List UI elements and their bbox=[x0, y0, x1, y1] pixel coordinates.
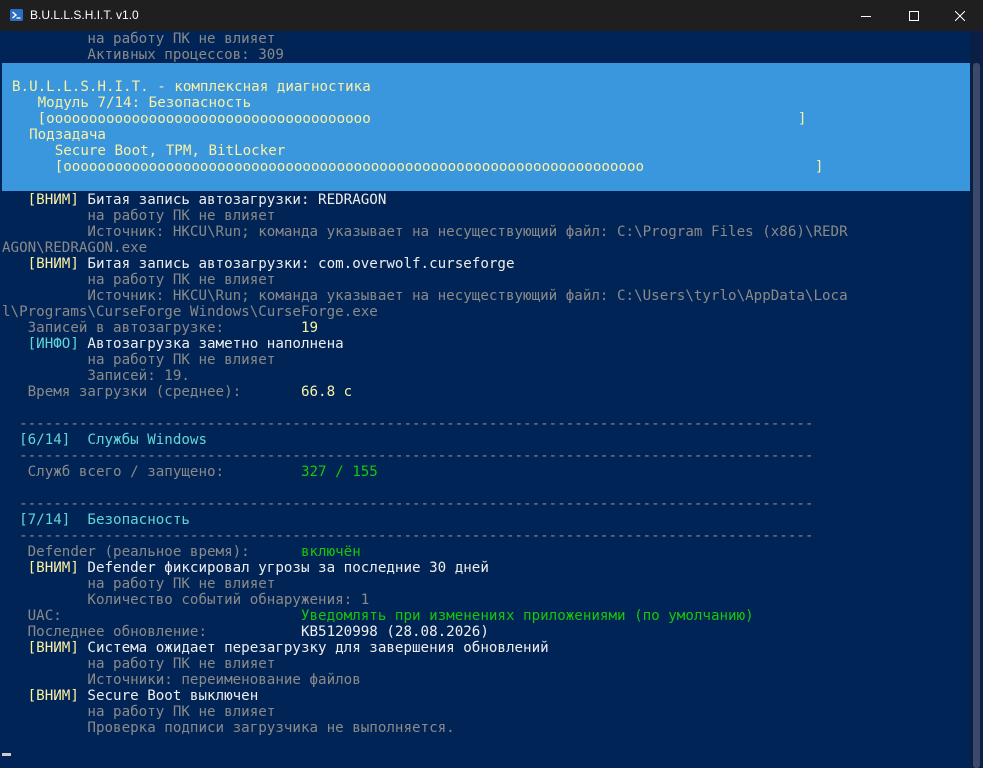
module-progress-bar: [oooooooooooooooooooooooooooooooooooooo … bbox=[12, 111, 807, 127]
log-wrap-line: l\Programs\CurseForge Windows\CurseForge… bbox=[2, 304, 378, 320]
maximize-icon bbox=[909, 10, 919, 21]
log-impact-line: на работу ПК не влияет bbox=[2, 272, 276, 288]
warning-tag: [ВНИМ] bbox=[2, 560, 79, 576]
metric-label: Defender (реальное время): bbox=[2, 544, 301, 560]
section-separator: ----------------------------------------… bbox=[2, 448, 814, 464]
log-wrap-line: AGON\REDRAGON.exe bbox=[2, 240, 148, 256]
metric-line: Последнее обновление: KB5120998 (28.08.2… bbox=[2, 624, 489, 640]
log-detail-line: Количество событий обнаружения: 1 bbox=[2, 592, 370, 608]
section-title: Службы Windows bbox=[70, 432, 208, 448]
info-text: Автозагрузка заметно наполнена bbox=[78, 336, 344, 352]
subtask-label: Подзадача bbox=[12, 127, 106, 143]
log-source-line: Источник: HKCU\Run; команда указывает на… bbox=[2, 224, 848, 240]
progress-banner: B.U.L.L.S.H.I.T. - комплексная диагности… bbox=[2, 63, 970, 191]
info-line: [ИНФО] Автозагрузка заметно наполнена bbox=[2, 336, 344, 352]
info-tag: [ИНФО] bbox=[2, 336, 79, 352]
metric-label: UAC: bbox=[2, 608, 301, 624]
section-header: [6/14] Службы Windows bbox=[2, 432, 207, 448]
warning-line: [ВНИМ] Secure Boot выключен bbox=[2, 688, 259, 704]
close-button[interactable] bbox=[937, 0, 983, 31]
metric-value: включён bbox=[300, 544, 361, 560]
warning-line: [ВНИМ] Битая запись автозагрузки: com.ov… bbox=[2, 256, 515, 272]
log-impact-line: на работу ПК не влияет bbox=[2, 352, 276, 368]
maximize-button[interactable] bbox=[891, 0, 937, 31]
scrollbar[interactable] bbox=[970, 31, 983, 768]
banner-title: B.U.L.L.S.H.I.T. - комплексная диагности… bbox=[12, 79, 371, 95]
metric-value: 19 bbox=[300, 320, 319, 336]
log-detail-line: Записей: 19. bbox=[2, 368, 190, 384]
text-cursor bbox=[2, 753, 11, 756]
warning-text: Secure Boot выключен bbox=[78, 688, 259, 704]
minimize-icon bbox=[861, 15, 871, 17]
console-output[interactable]: на работу ПК не влияет Активных процессо… bbox=[0, 31, 970, 768]
minimize-button[interactable] bbox=[843, 0, 889, 31]
metric-label: Записей в автозагрузке: bbox=[2, 320, 301, 336]
section-separator: ----------------------------------------… bbox=[2, 496, 814, 512]
module-label: Модуль 7/14: Безопасность bbox=[12, 95, 252, 111]
metric-label: Последнее обновление: bbox=[2, 624, 301, 640]
warning-tag: [ВНИМ] bbox=[2, 640, 79, 656]
warning-text: Битая запись автозагрузки: REDRAGON bbox=[78, 192, 387, 208]
warning-tag: [ВНИМ] bbox=[2, 688, 79, 704]
warning-line: [ВНИМ] Defender фиксировал угрозы за пос… bbox=[2, 560, 489, 576]
metric-value: KB5120998 (28.08.2026) bbox=[300, 624, 489, 640]
warning-text: Битая запись автозагрузки: com.overwolf.… bbox=[78, 256, 515, 272]
log-detail-line: Источники: переименование файлов bbox=[2, 672, 361, 688]
log-impact-line: на работу ПК не влияет bbox=[2, 208, 276, 224]
subtask-name: Secure Boot, TPM, BitLocker bbox=[12, 143, 286, 159]
title-bar[interactable]: B.U.L.L.S.H.I.T. v1.0 bbox=[0, 0, 983, 31]
log-source-line: Источник: HKCU\Run; команда указывает на… bbox=[2, 288, 848, 304]
metric-line: Записей в автозагрузке: 19 bbox=[2, 320, 318, 336]
section-number: [6/14] bbox=[2, 432, 71, 448]
metric-line: Defender (реальное время): включён bbox=[2, 544, 361, 560]
metric-label: Время загрузки (среднее): bbox=[2, 384, 301, 400]
log-impact-line: на работу ПК не влияет bbox=[2, 656, 276, 672]
warning-text: Система ожидает перезагрузку для заверше… bbox=[78, 640, 549, 656]
log-impact-line: на работу ПК не влияет bbox=[2, 576, 276, 592]
metric-line: UAC: Уведомлять при изменениях приложени… bbox=[2, 608, 754, 624]
metric-value: 66.8 с bbox=[300, 384, 353, 400]
close-icon bbox=[955, 10, 965, 21]
terminal-window: B.U.L.L.S.H.I.T. v1.0 на работу ПК не вл… bbox=[0, 0, 983, 768]
log-detail-line: Проверка подписи загрузчика не выполняет… bbox=[2, 720, 455, 736]
log-detail-line: Активных процессов: 309 bbox=[2, 47, 284, 63]
warning-tag: [ВНИМ] bbox=[2, 192, 79, 208]
section-title: Безопасность bbox=[70, 512, 190, 528]
metric-label: Служб всего / запущено: bbox=[2, 464, 301, 480]
subtask-progress-bar: [ooooooooooooooooooooooooooooooooooooooo… bbox=[12, 159, 824, 175]
warning-text: Defender фиксировал угрозы за последние … bbox=[78, 560, 489, 576]
metric-line: Служб всего / запущено: 327 / 155 bbox=[2, 464, 378, 480]
warning-line: [ВНИМ] Система ожидает перезагрузку для … bbox=[2, 640, 549, 656]
metric-value: 327 / 155 bbox=[300, 464, 378, 480]
warning-line: [ВНИМ] Битая запись автозагрузки: REDRAG… bbox=[2, 192, 387, 208]
powershell-icon bbox=[10, 9, 23, 21]
scrollbar-thumb[interactable] bbox=[973, 63, 980, 768]
metric-value: Уведомлять при изменениях приложениями (… bbox=[300, 608, 754, 624]
section-header: [7/14] Безопасность bbox=[2, 512, 190, 528]
warning-tag: [ВНИМ] bbox=[2, 256, 79, 272]
section-separator: ----------------------------------------… bbox=[2, 416, 814, 432]
section-separator: ----------------------------------------… bbox=[2, 528, 814, 544]
metric-line: Время загрузки (среднее): 66.8 с bbox=[2, 384, 353, 400]
log-impact-line: на работу ПК не влияет bbox=[2, 704, 276, 720]
window-title: B.U.L.L.S.H.I.T. v1.0 bbox=[30, 8, 139, 22]
log-impact-line: на работу ПК не влияет bbox=[2, 31, 276, 47]
section-number: [7/14] bbox=[2, 512, 71, 528]
